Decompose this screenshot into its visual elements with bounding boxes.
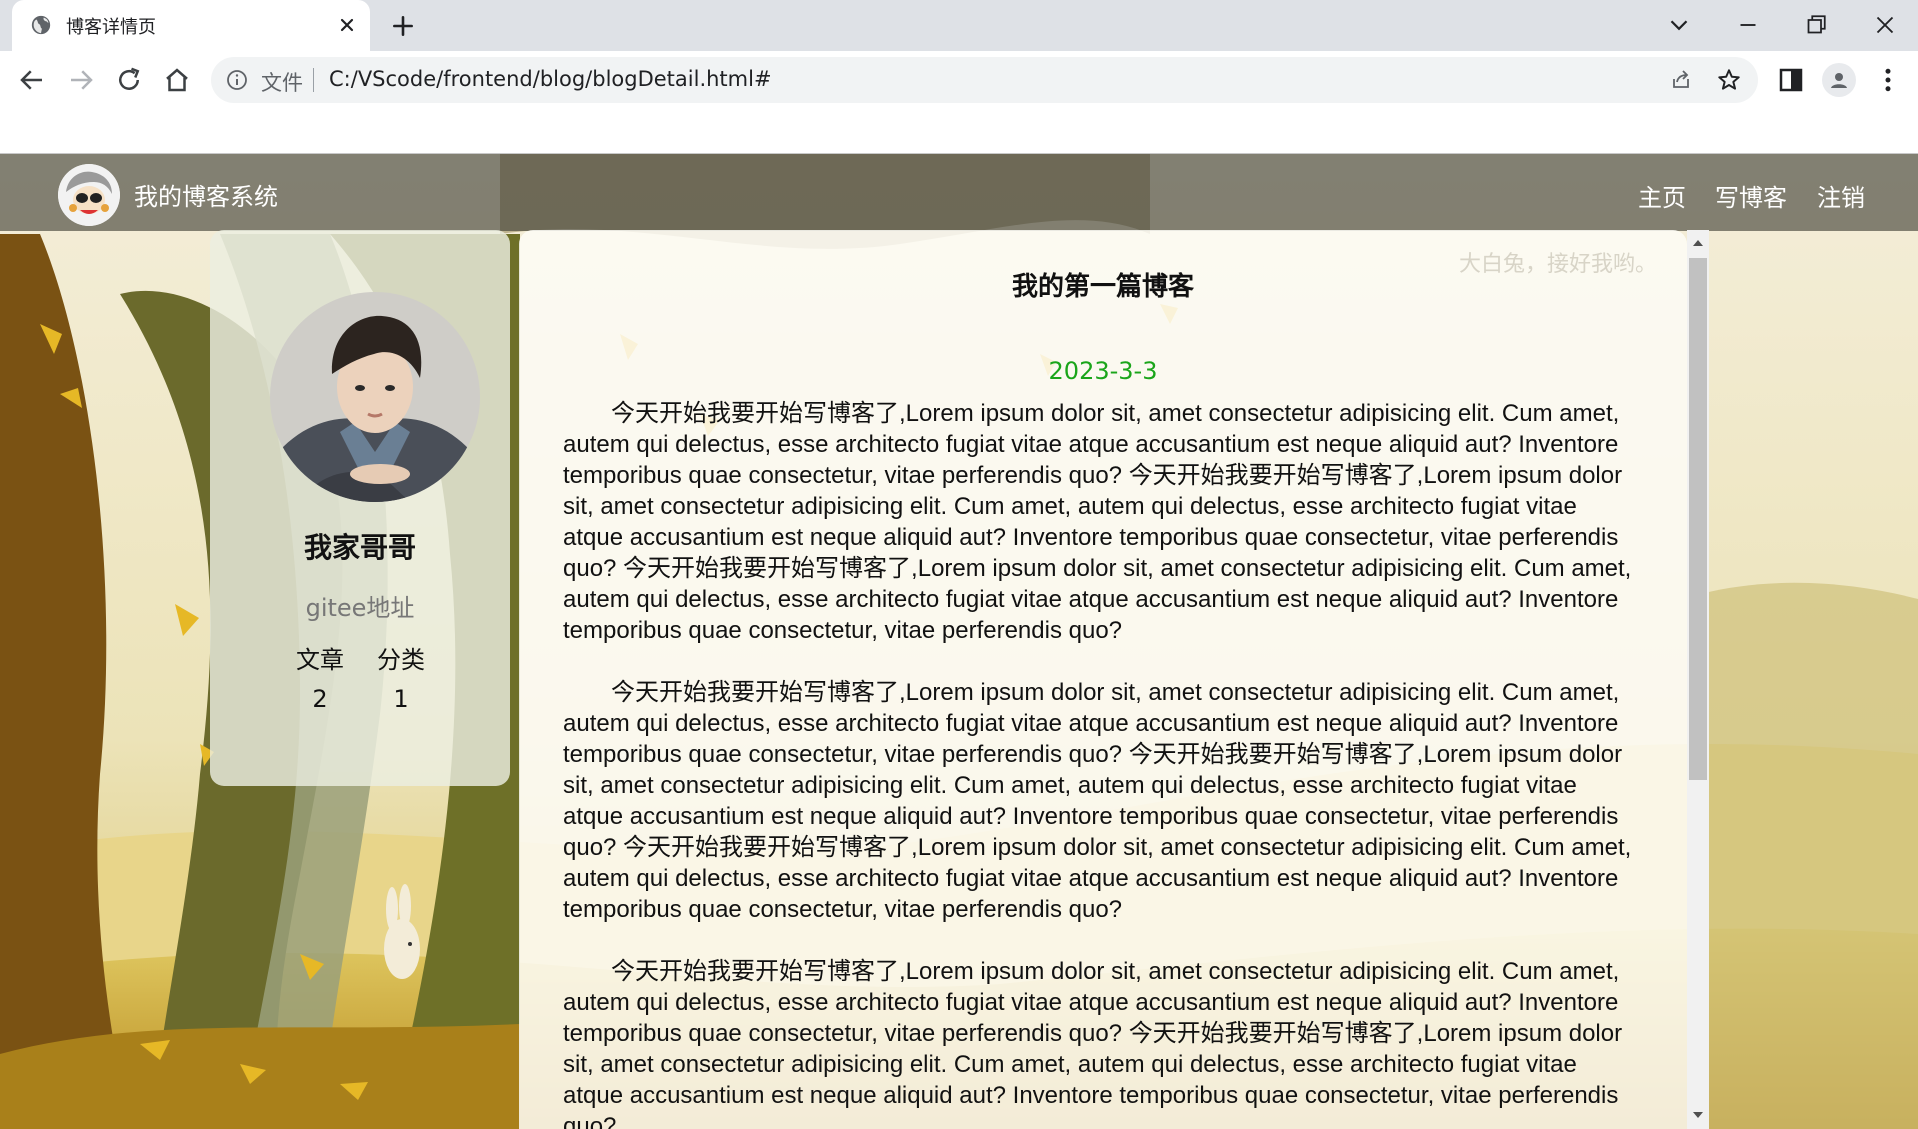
omnibox-divider [313, 68, 314, 92]
article-paragraph: 今天开始我要开始写博客了,Lorem ipsum dolor sit, amet… [563, 400, 1632, 644]
browser-tabbar: 博客详情页 [0, 0, 1918, 51]
close-window-icon[interactable] [1870, 10, 1900, 40]
browser-toolbar: 文件 C:/VScode/frontend/blog/blogDetail.ht… [0, 51, 1918, 154]
info-icon[interactable] [225, 68, 249, 92]
article-scrollbar[interactable] [1687, 230, 1709, 1129]
bookmark-star-icon[interactable] [1716, 67, 1742, 93]
article-paragraph: 今天开始我要开始写博客了,Lorem ipsum dolor sit, amet… [563, 958, 1623, 1129]
gitee-link[interactable]: gitee地址 [210, 588, 510, 623]
share-icon[interactable] [1669, 68, 1693, 92]
person-icon [1831, 73, 1847, 88]
side-panel-icon[interactable] [1776, 65, 1806, 95]
scroll-down-arrow-icon[interactable] [1692, 1110, 1704, 1120]
cartoon-logo-icon [58, 164, 120, 226]
profile-card: 我家哥哥 gitee地址 文章 分类 2 1 [210, 230, 510, 786]
article-container: 大白兔，接好我哟。 我的第一篇博客 2023-3-3 今天开始我要开始写博客了,… [519, 230, 1687, 1129]
browser-tab[interactable]: 博客详情页 [12, 0, 370, 51]
file-scheme-label: 文件 [261, 71, 303, 95]
home-icon[interactable] [162, 65, 192, 95]
stat-label-articles: 文章 [296, 646, 344, 674]
minimize-icon[interactable] [1733, 10, 1763, 40]
nav-link-write-blog[interactable]: 写博客 [1715, 178, 1787, 213]
more-menu-icon[interactable] [1873, 65, 1903, 95]
user-name: 我家哥哥 [303, 531, 416, 564]
site-navbar: 我的博客系统 主页 写博客 注销 [0, 154, 1918, 231]
tab-title: 博客详情页 [66, 17, 156, 38]
restore-window-icon[interactable] [1801, 10, 1831, 40]
new-tab-icon[interactable] [390, 13, 416, 39]
page-viewport: 我的博客系统 主页 写博客 注销 我家哥哥 gitee地址 文章 分类 2 1 [0, 154, 1918, 1129]
close-tab-icon[interactable] [335, 13, 359, 37]
stat-label-categories: 分类 [377, 646, 425, 674]
stat-value-articles: 2 [312, 685, 328, 713]
tab-search-chevron-icon[interactable] [1664, 10, 1694, 40]
user-avatar [270, 292, 480, 502]
reload-icon[interactable] [114, 65, 144, 95]
article-body: 今天开始我要开始写博客了,Lorem ipsum dolor sit, amet… [563, 398, 1638, 1129]
back-arrow-icon[interactable] [17, 65, 47, 95]
article-date: 2023-3-3 [1048, 357, 1158, 385]
nav-link-home[interactable]: 主页 [1638, 178, 1686, 213]
globe-icon [31, 15, 51, 35]
forward-arrow-icon[interactable] [66, 65, 96, 95]
nav-link-logout[interactable]: 注销 [1817, 178, 1865, 213]
site-logo[interactable] [58, 164, 120, 226]
portrait-image [270, 292, 480, 502]
site-title: 我的博客系统 [134, 183, 278, 211]
profile-avatar[interactable] [1822, 63, 1856, 97]
address-bar[interactable]: 文件 C:/VScode/frontend/blog/blogDetail.ht… [211, 57, 1758, 103]
article-title: 我的第一篇博客 [1011, 272, 1194, 302]
stat-value-categories: 1 [393, 685, 409, 713]
scroll-up-arrow-icon[interactable] [1692, 238, 1704, 248]
article-paragraph: 今天开始我要开始写博客了,Lorem ipsum dolor sit, amet… [563, 679, 1632, 923]
scrollbar-thumb[interactable] [1689, 258, 1707, 780]
url-text[interactable]: C:/VScode/frontend/blog/blogDetail.html# [329, 67, 772, 91]
